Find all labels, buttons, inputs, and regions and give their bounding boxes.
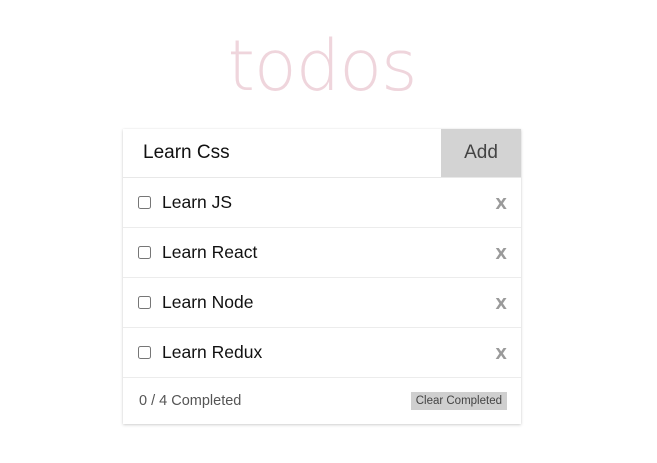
todo-checkbox[interactable] — [138, 296, 151, 309]
clear-completed-button[interactable]: Clear Completed — [410, 392, 507, 410]
todo-label: Learn Redux — [162, 342, 263, 362]
todo-label: Learn JS — [162, 192, 233, 212]
add-button[interactable]: Add — [441, 129, 521, 177]
delete-todo-button[interactable]: X — [491, 193, 507, 213]
todo-checkbox[interactable] — [138, 346, 151, 359]
todo-app: Add Learn JS X Learn React X Learn Node … — [123, 129, 521, 424]
delete-todo-button[interactable]: X — [491, 243, 507, 263]
todo-item: Learn JS X — [123, 178, 521, 228]
todo-item: Learn Redux X — [123, 328, 521, 378]
todo-item: Learn Node X — [123, 278, 521, 328]
app-title: todos — [227, 25, 417, 107]
todo-footer: 0 / 4 Completed Clear Completed — [123, 378, 521, 424]
todo-label: Learn Node — [162, 292, 254, 312]
delete-todo-button[interactable]: X — [491, 293, 507, 313]
todo-list: Learn JS X Learn React X Learn Node X Le… — [123, 178, 521, 378]
todo-checkbox[interactable] — [138, 196, 151, 209]
completed-count: 0 / 4 Completed — [139, 393, 242, 409]
delete-todo-button[interactable]: X — [491, 343, 507, 363]
todo-checkbox[interactable] — [138, 246, 151, 259]
new-todo-input[interactable] — [123, 129, 388, 177]
new-todo-form: Add — [123, 129, 521, 178]
new-todo-wrapper — [123, 129, 441, 177]
todo-label: Learn React — [162, 242, 258, 262]
todo-item: Learn React X — [123, 228, 521, 278]
